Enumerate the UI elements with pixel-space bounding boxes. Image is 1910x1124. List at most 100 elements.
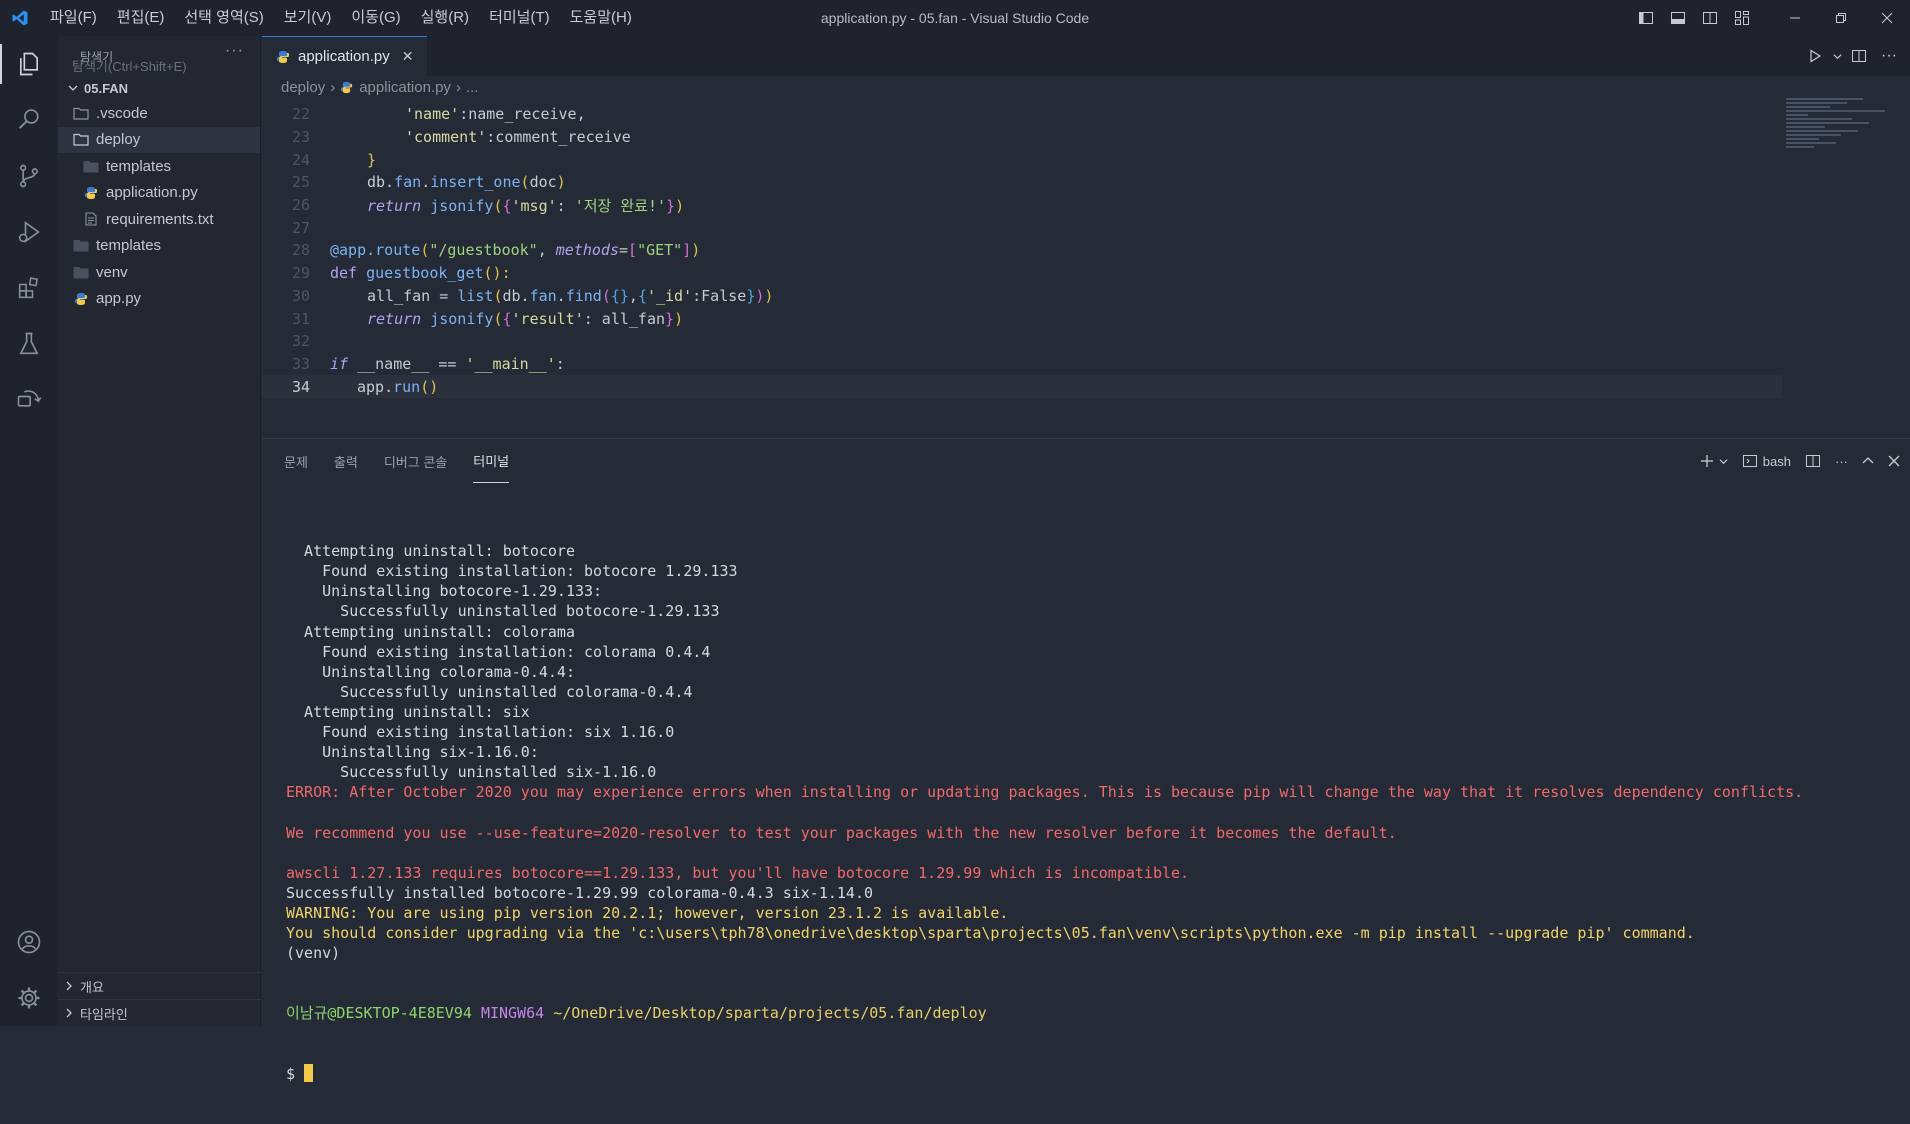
prompt-path: ~/OneDrive/Desktop/sparta/projects/05.fa…	[553, 1004, 987, 1023]
activity-bar	[0, 36, 58, 1026]
close-panel-icon[interactable]	[1888, 455, 1900, 467]
outline-label: 개요	[80, 979, 104, 995]
split-terminal-icon[interactable]	[1805, 453, 1821, 469]
python-icon	[340, 81, 353, 94]
chevron-right-icon: ›	[455, 78, 461, 96]
menu-terminal[interactable]: 터미널(T)	[479, 0, 560, 36]
terminal-line: Found existing installation: colorama 0.…	[286, 642, 711, 661]
workspace-root-label: 05.FAN	[84, 80, 129, 96]
menu-run[interactable]: 실행(R)	[411, 0, 479, 36]
workspace-root[interactable]: 05.FAN	[58, 76, 260, 100]
folder-icon	[82, 158, 100, 174]
extensions-icon[interactable]	[0, 260, 58, 316]
terminal-line: Uninstalling six-1.16.0:	[286, 743, 539, 762]
folder-icon	[72, 238, 90, 254]
bottom-panel: 문제 출력 디버그 콘솔 터미널 bash ··· Attempting uni…	[262, 438, 1910, 1083]
menu-view[interactable]: 보기(V)	[274, 0, 342, 36]
maximize-panel-icon[interactable]	[1862, 455, 1874, 467]
tab-output[interactable]: 출력	[334, 439, 358, 483]
tab-label: application.py	[298, 48, 390, 65]
more-actions-icon[interactable]: ···	[1835, 454, 1848, 469]
terminal-line: awscli 1.27.133 requires botocore==1.29.…	[286, 863, 1190, 882]
tree-item-deploy[interactable]: deploy	[58, 126, 260, 153]
code-line: 31 return jsonify({'result': all_fan})	[262, 307, 1782, 330]
chevron-down-icon[interactable]	[1719, 457, 1728, 466]
more-actions-icon[interactable]: ···	[225, 42, 244, 60]
toggle-secondary-sidebar-icon[interactable]	[1694, 0, 1726, 36]
tab-problems[interactable]: 문제	[284, 439, 308, 483]
terminal-line: WARNING: You are using pip version 20.2.…	[286, 903, 1009, 922]
tree-item-label: .vscode	[96, 104, 148, 122]
toggle-sidebar-icon[interactable]	[1630, 0, 1662, 36]
menu-go[interactable]: 이동(G)	[341, 0, 410, 36]
code-line-current: 34 app.run()	[262, 375, 1782, 398]
source-control-icon[interactable]	[0, 148, 58, 204]
minimap[interactable]	[1786, 98, 1896, 168]
tree-item-deploy-templates[interactable]: templates	[58, 153, 260, 180]
menu-edit[interactable]: 편집(E)	[107, 0, 175, 36]
tree-item-templates[interactable]: templates	[58, 233, 260, 260]
line-number: 34	[291, 377, 310, 396]
restore-icon[interactable]	[1818, 0, 1864, 36]
code-editor[interactable]: 22'name':name_receive, 23'comment':comme…	[262, 103, 1782, 398]
terminal-line: Successfully uninstalled six-1.16.0	[286, 763, 657, 782]
folder-icon	[72, 264, 90, 280]
terminal-output[interactable]: Attempting uninstall: botocore Found exi…	[286, 501, 1803, 1124]
terminal-shell-selector[interactable]: bash	[1742, 453, 1791, 469]
menu-selection[interactable]: 선택 영역(S)	[174, 0, 273, 36]
tree-item-label: requirements.txt	[106, 210, 214, 228]
close-window-icon[interactable]	[1864, 0, 1910, 36]
line-number: 31	[291, 309, 310, 328]
terminal-line: We recommend you use --use-feature=2020-…	[286, 823, 1397, 842]
tree-item-application-py[interactable]: application.py	[58, 180, 260, 207]
tab-debug-console[interactable]: 디버그 콘솔	[384, 439, 447, 483]
menu-help[interactable]: 도움말(H)	[560, 0, 642, 36]
tab-application-py[interactable]: application.py ✕	[262, 36, 428, 76]
minimize-icon[interactable]	[1772, 0, 1818, 36]
run-file-icon[interactable]	[1800, 49, 1830, 63]
tree-item-vscode[interactable]: .vscode	[58, 100, 260, 127]
toggle-panel-icon[interactable]	[1662, 0, 1694, 36]
terminal-line: Successfully installed botocore-1.29.99 …	[286, 883, 873, 902]
close-tab-icon[interactable]: ✕	[402, 48, 414, 65]
chevron-down-icon[interactable]	[1830, 52, 1844, 61]
explorer-tooltip: 탐색기(Ctrl+Shift+E)	[72, 59, 187, 74]
more-actions-icon[interactable]: ···	[1874, 47, 1904, 65]
tree-item-venv[interactable]: venv	[58, 259, 260, 286]
testing-icon[interactable]	[0, 316, 58, 372]
code-line: 32	[262, 330, 1782, 353]
new-terminal-icon[interactable]	[1699, 453, 1715, 469]
menu-file[interactable]: 파일(F)	[40, 0, 107, 36]
tree-item-label: deploy	[96, 131, 141, 149]
python-icon	[72, 291, 90, 307]
tree-item-requirements-txt[interactable]: requirements.txt	[58, 206, 260, 233]
explorer-icon[interactable]	[0, 36, 58, 92]
file-icon	[82, 211, 100, 227]
terminal-input-line[interactable]: $	[286, 1063, 1803, 1084]
outline-section[interactable]: 개요	[58, 972, 261, 999]
line-number: 22	[291, 105, 310, 124]
breadcrumb-folder[interactable]: deploy	[281, 79, 325, 96]
panel-tabs: 문제 출력 디버그 콘솔 터미널 bash ···	[262, 439, 1910, 483]
run-debug-icon[interactable]	[0, 204, 58, 260]
line-number: 23	[291, 128, 310, 147]
settings-gear-icon[interactable]	[0, 970, 58, 1026]
accounts-icon[interactable]	[0, 914, 58, 970]
breadcrumb-file[interactable]: application.py	[359, 79, 451, 96]
tree-item-label: app.py	[96, 290, 142, 308]
search-icon[interactable]	[0, 92, 58, 148]
tab-terminal[interactable]: 터미널	[473, 439, 510, 483]
breadcrumb-symbol[interactable]: ...	[466, 79, 479, 96]
customize-layout-icon[interactable]	[1726, 0, 1758, 36]
code-line: 26 return jsonify({'msg': '저장 완료!'})	[262, 194, 1782, 217]
line-number: 28	[291, 241, 310, 260]
folder-icon	[72, 105, 90, 121]
tree-item-app-py[interactable]: app.py	[58, 286, 260, 313]
code-line: 25 db.fan.insert_one(doc)	[262, 171, 1782, 194]
split-editor-icon[interactable]	[1844, 48, 1874, 64]
timeline-section[interactable]: 타임라인	[58, 999, 261, 1026]
breadcrumb: deploy › application.py › ...	[262, 76, 1910, 98]
prompt-user: 이남규@DESKTOP-4E8EV94	[286, 1004, 472, 1023]
code-line: 22'name':name_receive,	[262, 103, 1782, 126]
remote-explorer-icon[interactable]	[0, 372, 58, 428]
